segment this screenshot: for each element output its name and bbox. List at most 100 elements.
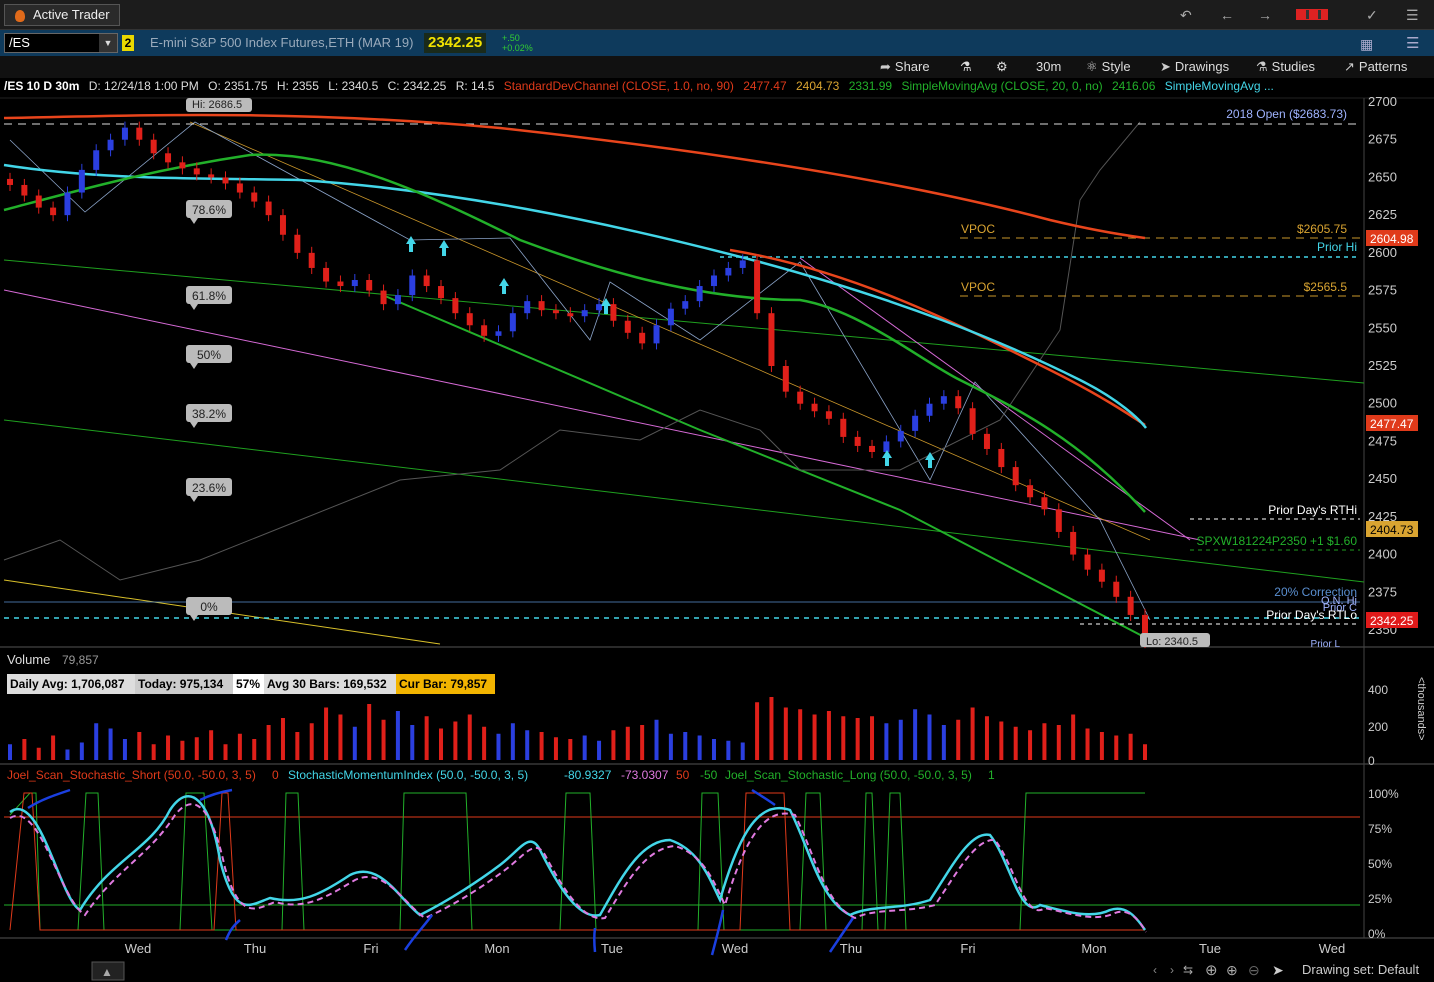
- chart-area[interactable]: 78.6% 61.8% 50% 38.2% 23.6% 0% Hi: 2686.5 Lo:…: [0, 78, 1434, 982]
- expand-icon[interactable]: ⇆: [1183, 963, 1193, 977]
- candle-body: [883, 441, 890, 452]
- candle-body: [150, 139, 157, 154]
- volume-bar: [898, 719, 903, 760]
- volume-bar: [266, 725, 271, 760]
- scroll-left-icon[interactable]: ‹: [1153, 963, 1157, 977]
- candle-body: [1041, 497, 1048, 510]
- volume-bar: [697, 735, 702, 760]
- today-volume: Today: 975,134: [138, 677, 223, 691]
- hi-text: Hi: 2686.5: [192, 99, 242, 111]
- candle-body: [394, 295, 401, 305]
- price-tick: 2450: [1368, 471, 1397, 486]
- candle-body: [208, 174, 215, 178]
- volume-bar: [1128, 733, 1133, 760]
- candle-body: [667, 308, 674, 326]
- cur-bar-volume: Cur Bar: 79,857: [399, 677, 487, 691]
- volume-tick: 0: [1368, 754, 1375, 768]
- volume-bar: [51, 735, 56, 760]
- vpoc1-price-label: $2605.75: [1297, 222, 1347, 236]
- smi-value-2: -73.0307: [621, 768, 669, 782]
- volume-bar: [295, 732, 300, 760]
- share-button[interactable]: ➦ Share: [880, 59, 930, 75]
- volume-bar: [812, 714, 817, 760]
- collapse-icon[interactable]: ▲: [101, 965, 113, 979]
- volume-bar: [1071, 714, 1076, 760]
- drawings-label: Drawings: [1174, 59, 1230, 74]
- timeframe-button[interactable]: 30m: [1036, 59, 1061, 74]
- chart-info-bar: /ES 10 D 30m D: 12/24/18 1:00 PM O: 2351…: [4, 79, 1280, 97]
- volume-bar: [568, 739, 573, 760]
- link-badge[interactable]: 2: [122, 35, 134, 51]
- candle-body: [1098, 569, 1105, 582]
- patterns-icon: ↗: [1344, 59, 1355, 74]
- vpoc2-label: VPOC: [961, 280, 995, 294]
- price-tick: 2675: [1368, 132, 1397, 147]
- volume-bar: [309, 723, 314, 760]
- volume-value: 79,857: [62, 653, 99, 667]
- pointer-icon[interactable]: ➤: [1272, 962, 1284, 978]
- short-value: 0: [272, 768, 279, 782]
- prior-rthi-label: Prior Day's RTHi: [1268, 503, 1357, 517]
- candle-body: [596, 304, 603, 311]
- volume-bar: [798, 709, 803, 760]
- volume-bar: [941, 725, 946, 760]
- volume-bar: [65, 749, 70, 760]
- grid-icon[interactable]: ▦: [1360, 36, 1373, 53]
- price-axis[interactable]: 2700 2675 2650 2625 2600 2575 2550 2525 2500 2475…: [1368, 94, 1397, 637]
- volume-bar: [496, 733, 501, 760]
- volume-tick: 400: [1368, 683, 1388, 697]
- vpoc2-price-label: $2565.5: [1304, 280, 1348, 294]
- link-grid-icon[interactable]: [1296, 9, 1328, 20]
- volume-bar: [252, 739, 257, 760]
- volume-bar: [280, 718, 285, 760]
- scroll-right-icon[interactable]: ›: [1170, 963, 1174, 977]
- cursor-icon: ➤: [1160, 59, 1171, 74]
- price-tick: 2525: [1368, 358, 1397, 373]
- volume-bar: [395, 711, 400, 760]
- zoom-in-icon[interactable]: ⊕: [1226, 962, 1238, 978]
- undo-icon[interactable]: ↶: [1180, 7, 1192, 24]
- change-percent: +0.02%: [502, 43, 533, 53]
- gear-icon[interactable]: ⚙: [996, 59, 1008, 75]
- spxw-label: SPXW181224P2350 +1 $1.60: [1197, 534, 1358, 548]
- sdc-value-3: 2331.99: [848, 79, 893, 93]
- sma2-label: SimpleMovingAvg ...: [1164, 79, 1274, 93]
- drawing-set-label[interactable]: Drawing set: Default: [1302, 962, 1419, 977]
- candle-body: [1127, 596, 1134, 615]
- candle-body: [64, 192, 71, 216]
- bar-range: R: 14.5: [455, 79, 495, 93]
- volume-bar: [223, 744, 228, 760]
- osc-tick: 0%: [1368, 927, 1386, 941]
- candle-body: [423, 275, 430, 287]
- zoom-out-icon[interactable]: ⊖: [1248, 962, 1260, 978]
- app-tab[interactable]: Active Trader: [4, 4, 120, 26]
- symbol-input[interactable]: /ES ▼: [4, 33, 118, 53]
- candle-body: [552, 310, 559, 314]
- crosshair-icon[interactable]: ⊕: [1205, 962, 1218, 979]
- chevron-down-icon[interactable]: ▼: [99, 34, 117, 52]
- candle-body: [136, 127, 143, 140]
- candle-body: [811, 403, 818, 412]
- candle-body: [1055, 509, 1062, 532]
- style-button[interactable]: ⚛ Style: [1086, 59, 1131, 75]
- menu-icon[interactable]: ☰: [1406, 7, 1419, 24]
- patterns-button[interactable]: ↗ Patterns: [1344, 59, 1407, 75]
- volume-bar: [539, 732, 544, 760]
- candle-body: [50, 207, 57, 216]
- studies-button[interactable]: ⚗ Studies: [1256, 59, 1315, 75]
- candle-body: [1012, 467, 1019, 486]
- pin-icon[interactable]: ✓: [1366, 7, 1378, 24]
- volume-bar: [209, 730, 214, 760]
- drawings-button[interactable]: ➤ Drawings: [1160, 59, 1229, 75]
- fib-label: 0%: [200, 600, 218, 614]
- candle-body: [1070, 531, 1077, 555]
- volume-bar: [108, 728, 113, 760]
- flask-icon: ⚗: [1256, 59, 1268, 74]
- flask-icon[interactable]: ⚗: [960, 59, 972, 75]
- back-arrow-icon[interactable]: ←: [1220, 7, 1234, 23]
- candle-body: [265, 201, 272, 216]
- list-icon[interactable]: ☰: [1406, 34, 1419, 52]
- bar-close: C: 2342.25: [387, 79, 447, 93]
- volume-bar: [352, 726, 357, 760]
- forward-arrow-icon[interactable]: →: [1258, 7, 1272, 23]
